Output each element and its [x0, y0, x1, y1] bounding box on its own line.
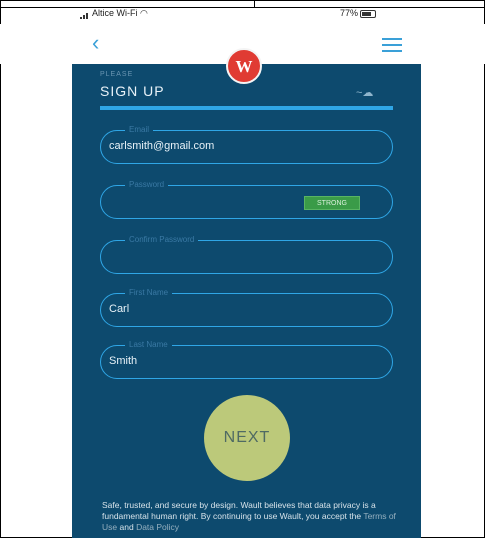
- password-field[interactable]: Password STRONG: [100, 180, 393, 219]
- email-field[interactable]: Email: [100, 125, 393, 164]
- footer-and: and: [119, 522, 134, 532]
- page-title: SIGN UP: [100, 83, 165, 99]
- privacy-link[interactable]: Data Policy: [136, 522, 179, 532]
- wault-logo-icon: W: [226, 48, 262, 84]
- confirm-password-field-label: Confirm Password: [125, 235, 199, 244]
- email-input[interactable]: [107, 139, 381, 153]
- progress-fill: [100, 106, 393, 110]
- privacy-footer: Safe, trusted, and secure by design. Wau…: [102, 500, 396, 533]
- first-name-field-label: First Name: [125, 288, 173, 297]
- top-strip-divider: [254, 1, 255, 7]
- signal-icon: [80, 9, 89, 19]
- confirm-password-input[interactable]: [107, 249, 381, 263]
- cloud-icon: ~☁: [356, 87, 374, 99]
- wifi-icon: ◠: [140, 8, 148, 18]
- email-field-label: Email: [125, 125, 154, 134]
- chevron-left-icon[interactable]: ‹: [92, 30, 99, 56]
- status-bar: Altice Wi-Fi ◠ 77%: [0, 8, 485, 24]
- next-button[interactable]: NEXT: [204, 395, 290, 481]
- battery-indicator: 77%: [340, 8, 377, 18]
- footer-text: Safe, trusted, and secure by design. Wau…: [102, 500, 376, 521]
- top-strip: [1, 1, 484, 8]
- first-name-input[interactable]: [107, 302, 381, 316]
- carrier-label: Altice Wi-Fi ◠: [80, 8, 148, 19]
- hamburger-menu-icon[interactable]: [382, 38, 402, 56]
- pre-title: PLEASE: [100, 71, 134, 78]
- battery-icon: [360, 9, 377, 18]
- carrier-text: Altice Wi-Fi: [92, 8, 138, 18]
- last-name-input[interactable]: [107, 354, 381, 368]
- last-name-field[interactable]: Last Name: [100, 340, 393, 379]
- confirm-password-field[interactable]: Confirm Password: [100, 235, 393, 274]
- password-field-label: Password: [125, 180, 169, 189]
- brand-logo: W: [226, 48, 262, 84]
- last-name-field-label: Last Name: [125, 340, 172, 349]
- battery-percent: 77%: [340, 8, 359, 18]
- first-name-field[interactable]: First Name: [100, 288, 393, 327]
- password-strength-badge: STRONG: [304, 196, 360, 210]
